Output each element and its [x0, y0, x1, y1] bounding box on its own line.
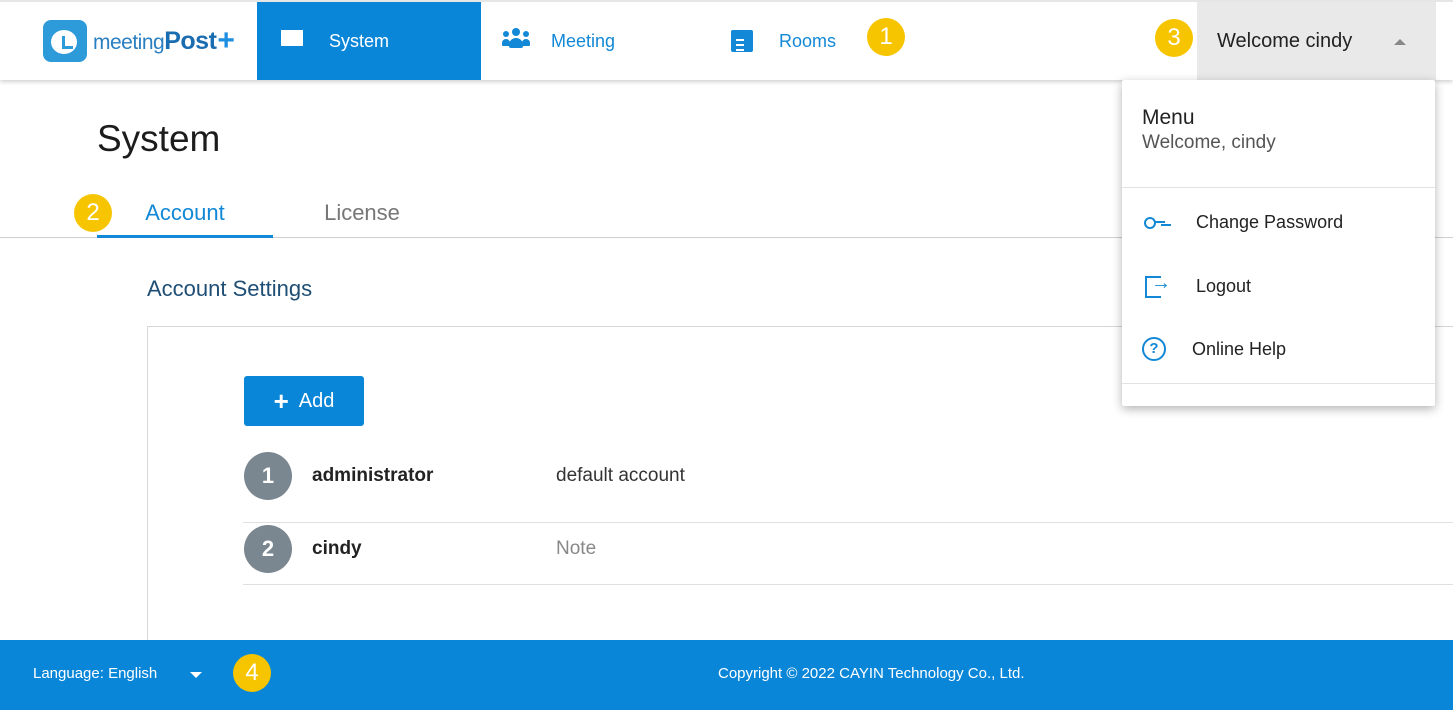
- tab-account[interactable]: Account: [97, 200, 273, 238]
- footer: Language: English Copyright © 2022 CAYIN…: [0, 640, 1453, 710]
- nav-tab-system-label: System: [329, 30, 390, 51]
- account-index-avatar: 1: [244, 452, 292, 500]
- nav-tab-rooms-label: Rooms: [779, 30, 837, 51]
- logout-icon: [1142, 272, 1171, 300]
- account-row[interactable]: 1 administrator default account: [243, 450, 1453, 523]
- menu-item-label: Online Help: [1192, 338, 1287, 359]
- menu-item-label: Logout: [1196, 275, 1252, 296]
- clipboard-icon: [731, 30, 753, 52]
- calendar-clock-logo-icon: [43, 20, 87, 62]
- nav-tab-meeting[interactable]: Meeting: [502, 2, 616, 80]
- nav-tab-system[interactable]: System: [257, 2, 481, 80]
- account-note: default account: [556, 465, 685, 486]
- caret-down-icon[interactable]: [190, 672, 202, 678]
- tab-license[interactable]: License: [290, 200, 434, 238]
- app-logo[interactable]: meetingPost +: [43, 20, 235, 62]
- callout-badge-3: 3: [1155, 19, 1193, 57]
- nav-tab-meeting-label: Meeting: [551, 30, 616, 51]
- menu-item-label: Change Password: [1196, 211, 1344, 232]
- user-menu-label: Welcome cindy: [1217, 29, 1353, 52]
- caret-up-icon: [1394, 39, 1406, 45]
- callout-badge-2: 2: [74, 194, 112, 232]
- dropdown-subtitle: Welcome, cindy: [1142, 132, 1276, 153]
- account-index-avatar: 2: [244, 525, 292, 573]
- add-button-label: Add: [298, 389, 335, 412]
- callout-badge-1: 1: [867, 18, 905, 56]
- section-title: Account Settings: [147, 276, 313, 301]
- menu-item-online-help[interactable]: ? Online Help: [1142, 329, 1422, 369]
- key-icon: [1142, 208, 1170, 236]
- account-name: cindy: [312, 538, 362, 559]
- account-row[interactable]: 2 cindy Note: [243, 523, 1453, 585]
- copyright-text: Copyright © 2022 CAYIN Technology Co., L…: [718, 665, 1025, 682]
- account-note: Note: [556, 538, 597, 559]
- logo-plus: +: [217, 24, 235, 57]
- dropdown-divider: [1122, 383, 1435, 384]
- dropdown-title: Menu: [1142, 106, 1195, 129]
- logo-text: meetingPost: [93, 26, 217, 55]
- people-icon: [502, 28, 530, 52]
- page-title: System: [97, 118, 221, 159]
- callout-badge-4: 4: [233, 654, 271, 692]
- user-menu-toggle[interactable]: Welcome cindy: [1197, 2, 1436, 80]
- plus-icon: +: [273, 386, 289, 416]
- user-dropdown-menu: Menu Welcome, cindy Change Password Logo…: [1122, 80, 1435, 406]
- nav-tab-rooms[interactable]: Rooms: [731, 2, 836, 80]
- top-navigation-bar: meetingPost + System Meeting Rooms Welco…: [0, 0, 1453, 80]
- dropdown-divider: [1122, 187, 1435, 188]
- menu-item-change-password[interactable]: Change Password: [1142, 202, 1422, 242]
- add-account-button[interactable]: + Add: [244, 376, 364, 426]
- menu-item-logout[interactable]: Logout: [1142, 266, 1422, 306]
- language-select[interactable]: Language: English: [33, 665, 157, 682]
- account-name: administrator: [312, 465, 434, 486]
- dashboard-grid-icon: [281, 30, 303, 52]
- help-circle-icon: ?: [1142, 337, 1166, 361]
